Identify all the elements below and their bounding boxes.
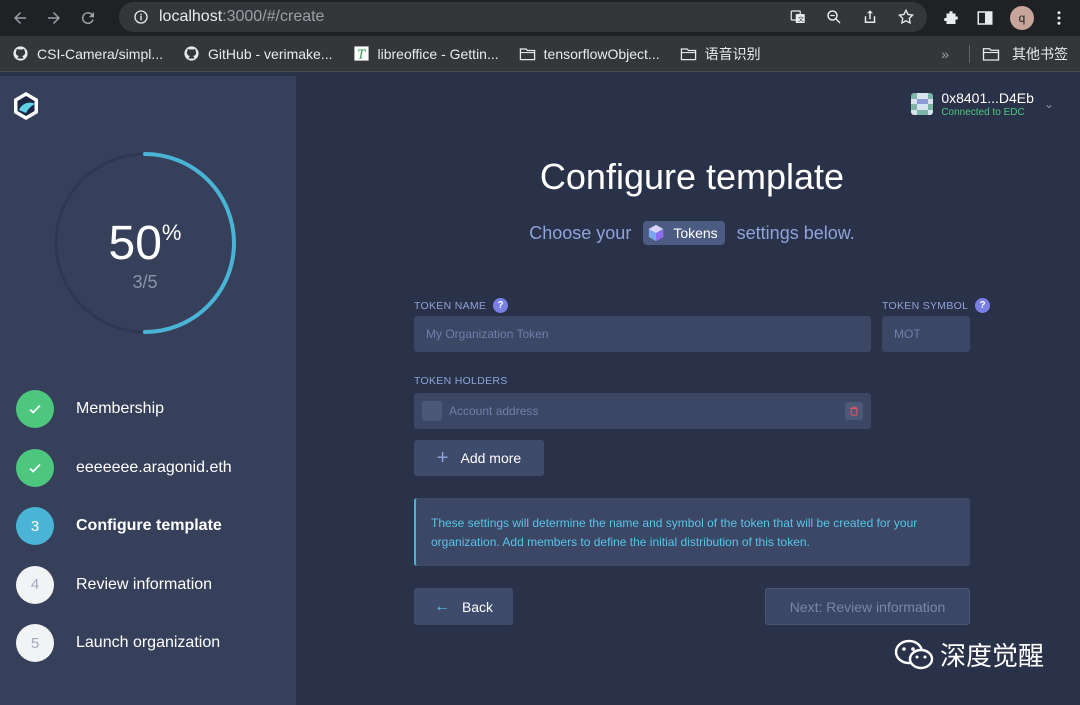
- step-launch-organization: 5 Launch organization: [16, 624, 232, 662]
- add-more-button[interactable]: + Add more: [414, 440, 544, 476]
- extensions-icon[interactable]: [942, 9, 960, 27]
- holder-avatar: [422, 401, 442, 421]
- url-text: localhost:3000/#/create: [159, 8, 325, 25]
- aragon-logo-icon: [14, 92, 38, 120]
- bookmark-item[interactable]: T libreoffice - Gettin...: [353, 45, 499, 62]
- token-holders-label: TOKEN HOLDERS: [414, 375, 508, 387]
- check-icon: [16, 390, 54, 428]
- bookmark-item[interactable]: tensorflowObject...: [519, 45, 660, 62]
- folder-icon: [982, 48, 1000, 61]
- back-arrow-icon[interactable]: [6, 4, 34, 32]
- step-review-information: 4 Review information: [16, 565, 232, 604]
- identicon-avatar: [911, 93, 934, 115]
- menu-dots-icon[interactable]: [1050, 9, 1068, 27]
- info-message: These settings will determine the name a…: [414, 498, 970, 566]
- arrow-left-icon: ←: [433, 597, 450, 615]
- connection-status: Connected to EDC: [941, 107, 1025, 118]
- forward-arrow-icon[interactable]: [40, 4, 68, 32]
- account-address: 0x8401...D4Eb: [941, 90, 1034, 106]
- bookmarks-divider: [969, 45, 970, 63]
- token-symbol-label: TOKEN SYMBOL?: [882, 298, 991, 313]
- progress-fraction: 3/5: [132, 272, 158, 292]
- svg-text:T: T: [357, 47, 366, 61]
- step-aragonid: eeeeeee.aragonid.eth: [16, 448, 232, 487]
- help-icon[interactable]: ?: [975, 298, 991, 313]
- token-name-input[interactable]: [414, 316, 871, 352]
- side-panel-icon[interactable]: [976, 9, 994, 27]
- github-icon: [12, 45, 29, 62]
- account-badge[interactable]: 0x8401...D4Eb Connected to EDC ⌄: [911, 90, 1054, 118]
- step-list: Membership eeeeeee.aragonid.eth 3 Config…: [16, 390, 232, 683]
- trash-icon[interactable]: [845, 402, 863, 420]
- info-icon[interactable]: [133, 9, 149, 25]
- bookmarks-bar: CSI-Camera/simpl... GitHub - verimake...…: [0, 36, 1080, 72]
- next-button[interactable]: Next: Review information: [765, 588, 970, 625]
- page-subtitle: Choose your Tokens settings below.: [296, 221, 1080, 245]
- share-icon[interactable]: [861, 8, 879, 26]
- page-title: Configure template: [539, 156, 845, 197]
- main-panel: 0x8401...D4Eb Connected to EDC ⌄ Configu…: [296, 76, 1080, 705]
- star-icon[interactable]: [897, 8, 915, 26]
- step-membership: Membership: [16, 390, 232, 428]
- profile-avatar[interactable]: q: [1010, 6, 1034, 30]
- svg-text:文: 文: [798, 16, 804, 24]
- step-number: 3: [16, 507, 54, 545]
- back-button[interactable]: ← Back: [414, 588, 513, 625]
- github-icon: [183, 45, 200, 62]
- translate-icon[interactable]: 文: [789, 8, 807, 26]
- check-icon: [16, 448, 54, 487]
- step-number: 5: [16, 624, 54, 662]
- other-bookmarks[interactable]: 其他书签: [1012, 44, 1068, 64]
- token-name-label: TOKEN NAME?: [414, 298, 509, 313]
- chevron-down-icon[interactable]: ⌄: [1044, 97, 1054, 111]
- template-badge: Tokens: [643, 221, 725, 245]
- bookmark-item[interactable]: 语音识别: [680, 44, 761, 64]
- progress-sidebar: 50% 3/5 Membership eeeeeee.aragonid.eth …: [0, 76, 296, 705]
- progress-percent: 50%: [108, 217, 182, 270]
- account-address-input[interactable]: [449, 404, 829, 418]
- reload-icon[interactable]: [74, 4, 102, 32]
- bookmark-item[interactable]: GitHub - verimake...: [183, 45, 333, 62]
- browser-toolbar: localhost:3000/#/create 文 q: [0, 0, 1080, 36]
- cube-icon: [649, 224, 664, 242]
- bookmarks-overflow[interactable]: »: [941, 46, 949, 62]
- zoom-icon[interactable]: [825, 8, 843, 26]
- wechat-watermark: 深度觉醒: [894, 636, 1044, 673]
- help-icon[interactable]: ?: [493, 298, 509, 313]
- plus-icon: +: [436, 447, 449, 469]
- step-number: 4: [16, 565, 54, 604]
- bookmark-item[interactable]: CSI-Camera/simpl...: [12, 45, 163, 62]
- folder-icon: [680, 45, 697, 62]
- token-holder-row: [414, 393, 871, 429]
- step-configure-template: 3 Configure template: [16, 507, 232, 545]
- wechat-icon: [894, 639, 934, 669]
- folder-icon: [519, 45, 536, 62]
- libreoffice-icon: T: [353, 45, 370, 62]
- address-bar[interactable]: localhost:3000/#/create 文: [119, 2, 927, 32]
- token-symbol-input[interactable]: [882, 316, 970, 352]
